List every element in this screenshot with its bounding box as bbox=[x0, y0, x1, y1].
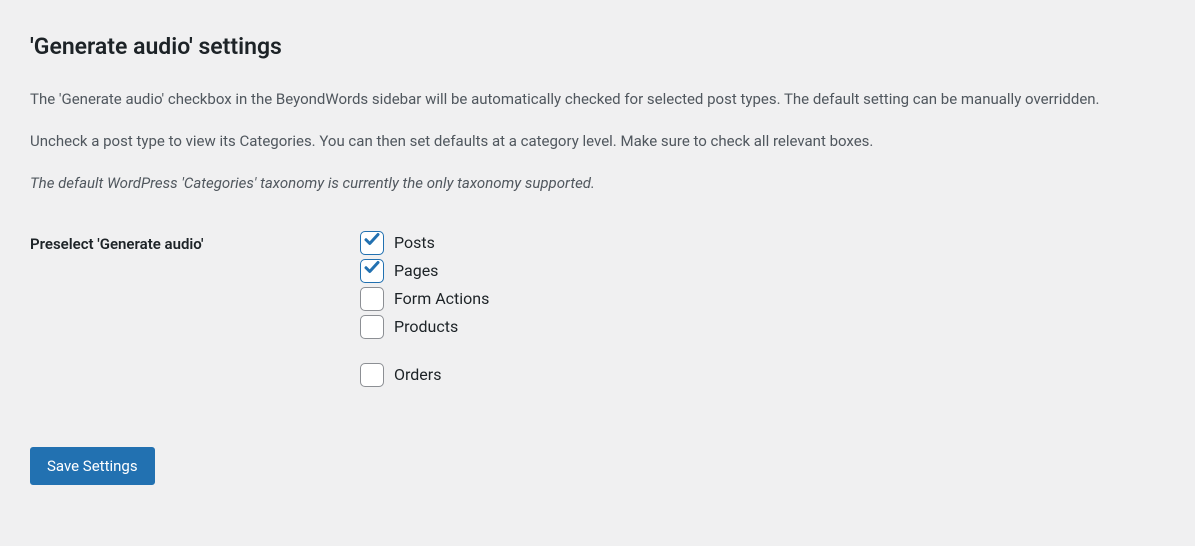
check-icon bbox=[363, 230, 381, 255]
checkbox-label-orders[interactable]: Orders bbox=[394, 363, 441, 387]
description-text-3: The default WordPress 'Categories' taxon… bbox=[30, 171, 1165, 195]
checkbox-item-pages: Pages bbox=[360, 259, 489, 283]
section-heading: 'Generate audio' settings bbox=[30, 30, 1165, 65]
preselect-row: Preselect 'Generate audio' Posts Pages F… bbox=[30, 231, 1165, 391]
checkbox-label-pages[interactable]: Pages bbox=[394, 259, 438, 283]
checkbox-form-actions[interactable] bbox=[360, 287, 384, 311]
checkbox-label-form-actions[interactable]: Form Actions bbox=[394, 287, 489, 311]
checkbox-item-posts: Posts bbox=[360, 231, 489, 255]
description-text-3-em: The default WordPress 'Categories' taxon… bbox=[30, 174, 595, 192]
checkbox-label-posts[interactable]: Posts bbox=[394, 231, 435, 255]
description-text-2: Uncheck a post type to view its Categori… bbox=[30, 129, 1165, 153]
checkbox-group: Posts Pages Form Actions Products Orders bbox=[360, 231, 489, 391]
save-settings-button[interactable]: Save Settings bbox=[30, 447, 155, 485]
checkbox-label-products[interactable]: Products bbox=[394, 315, 458, 339]
checkbox-item-form-actions: Form Actions bbox=[360, 287, 489, 311]
description-text-1: The 'Generate audio' checkbox in the Bey… bbox=[30, 87, 1165, 111]
checkbox-item-products: Products bbox=[360, 315, 489, 339]
checkbox-orders[interactable] bbox=[360, 363, 384, 387]
checkbox-item-orders: Orders bbox=[360, 363, 489, 387]
check-icon bbox=[363, 258, 381, 283]
checkbox-products[interactable] bbox=[360, 315, 384, 339]
checkbox-pages[interactable] bbox=[360, 259, 384, 283]
preselect-label: Preselect 'Generate audio' bbox=[30, 231, 360, 256]
checkbox-posts[interactable] bbox=[360, 231, 384, 255]
